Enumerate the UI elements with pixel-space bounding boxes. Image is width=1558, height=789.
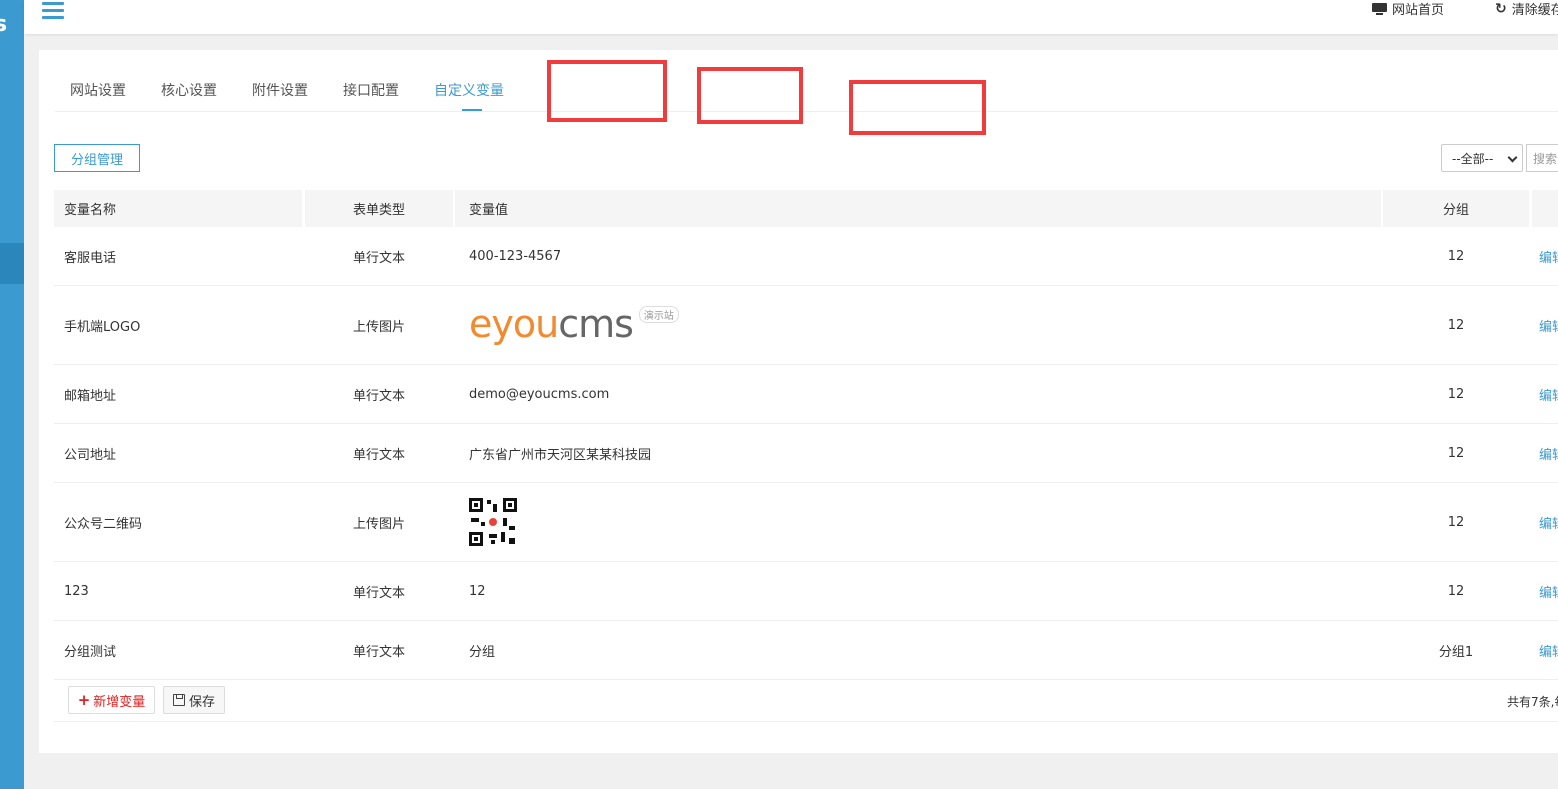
- var-group: 12: [1447, 514, 1465, 530]
- edit-link[interactable]: 编辑: [1539, 227, 1558, 285]
- var-type: 单行文本: [353, 388, 406, 404]
- var-type: 单行文本: [353, 447, 406, 463]
- var-type: 单行文本: [353, 585, 406, 601]
- var-type: 单行文本: [353, 250, 406, 266]
- group-manage-button[interactable]: 分组管理: [54, 144, 140, 172]
- tab-site-settings[interactable]: 网站设置: [70, 80, 126, 100]
- table-row: 邮箱地址 单行文本 demo@eyoucms.com 12 编辑: [54, 365, 1558, 424]
- settings-tabs: 网站设置 核心设置 附件设置 接口配置 自定义变量: [55, 50, 1558, 135]
- eyoucms-logo: eyoucms 演示站: [469, 304, 679, 344]
- add-variable-button[interactable]: + 新增变量: [68, 686, 155, 714]
- refresh-icon: ↻: [1495, 0, 1507, 17]
- add-variable-label: 新增变量: [93, 694, 146, 710]
- var-name: 客服电话: [64, 250, 117, 266]
- search-input[interactable]: 搜索: [1526, 144, 1558, 172]
- var-type: 单行文本: [353, 644, 406, 660]
- table-footer: + 新增变量 保存 共有7条,每页: [54, 680, 1558, 722]
- group-filter-value: --全部--: [1452, 151, 1494, 166]
- clear-cache-link[interactable]: ↻ 清除缓存: [1495, 0, 1558, 19]
- var-name: 邮箱地址: [64, 388, 117, 404]
- pagination-summary: 共有7条,每页: [1507, 695, 1558, 709]
- group-filter-select[interactable]: --全部--: [1441, 144, 1523, 172]
- search-placeholder: 搜索: [1533, 151, 1558, 166]
- sidebar: s: [0, 0, 24, 789]
- edit-link[interactable]: 编辑: [1539, 562, 1558, 620]
- table-header: 变量名称 表单类型 变量值 分组: [54, 190, 1558, 227]
- var-group: 12: [1447, 317, 1465, 333]
- table-row: 公司地址 单行文本 广东省广州市天河区某某科技园 12 编辑: [54, 424, 1558, 483]
- save-button[interactable]: 保存: [163, 686, 225, 714]
- save-label: 保存: [188, 694, 215, 710]
- monitor-icon: [1372, 2, 1387, 15]
- var-group: 12: [1447, 583, 1465, 599]
- save-icon: [172, 694, 185, 706]
- edit-link[interactable]: 编辑: [1539, 483, 1558, 561]
- var-type: 上传图片: [353, 516, 406, 532]
- highlight-box: [849, 80, 986, 135]
- var-name: 123: [64, 583, 89, 599]
- var-value: 广东省广州市天河区某某科技园: [469, 447, 652, 463]
- table-row: 分组测试 单行文本 分组 分组1 编辑: [54, 621, 1558, 680]
- var-value: 12: [469, 583, 486, 599]
- table-row: 客服电话 单行文本 400-123-4567 12 编辑: [54, 227, 1558, 286]
- sidebar-active-item[interactable]: [0, 243, 24, 284]
- var-value-image: eyoucms 演示站: [469, 286, 679, 364]
- table-row: 公众号二维码 上传图片 12 编辑: [54, 483, 1558, 562]
- var-group: 12: [1447, 248, 1465, 264]
- logo-badge: 演示站: [638, 306, 679, 323]
- site-home-label: 网站首页: [1392, 3, 1445, 18]
- edit-link[interactable]: 编辑: [1539, 365, 1558, 423]
- var-name: 公众号二维码: [64, 516, 143, 532]
- sidebar-brand: s: [0, 12, 8, 37]
- plus-icon: +: [77, 691, 91, 709]
- qr-code-icon: [469, 498, 517, 546]
- var-value: 400-123-4567: [469, 248, 562, 264]
- top-bar: 网站首页 ↻ 清除缓存: [24, 0, 1558, 34]
- highlight-box: [697, 67, 803, 124]
- active-tab-underline: [462, 109, 482, 111]
- var-value: demo@eyoucms.com: [469, 386, 610, 402]
- var-group: 12: [1447, 386, 1465, 402]
- header-operation: [1532, 190, 1558, 227]
- edit-link[interactable]: 编辑: [1539, 424, 1558, 482]
- table-row: 123 单行文本 12 12 编辑: [54, 562, 1558, 621]
- edit-link[interactable]: 编辑: [1539, 621, 1558, 679]
- highlight-box: [547, 60, 667, 122]
- var-group: 12: [1447, 445, 1465, 461]
- var-value: 分组: [469, 644, 496, 660]
- var-name: 手机端LOGO: [64, 319, 141, 335]
- site-home-link[interactable]: 网站首页: [1372, 0, 1444, 18]
- tab-core-settings[interactable]: 核心设置: [161, 80, 217, 100]
- header-group: 分组: [1383, 190, 1529, 227]
- var-type: 上传图片: [353, 319, 406, 335]
- edit-link[interactable]: 编辑: [1539, 286, 1558, 364]
- var-name: 公司地址: [64, 447, 117, 463]
- var-value-image: [469, 483, 517, 561]
- header-value: 变量值: [455, 190, 1381, 227]
- header-name: 变量名称: [54, 190, 302, 227]
- tab-custom-variables[interactable]: 自定义变量: [434, 80, 504, 100]
- var-name: 分组测试: [64, 644, 117, 660]
- clear-cache-label: 清除缓存: [1511, 3, 1558, 18]
- chevron-down-icon: [1507, 152, 1518, 163]
- menu-toggle-icon[interactable]: [42, 2, 64, 20]
- tab-api-config[interactable]: 接口配置: [343, 80, 399, 100]
- tab-attachment-settings[interactable]: 附件设置: [252, 80, 308, 100]
- table-row: 手机端LOGO 上传图片 eyoucms 演示站 12 编辑: [54, 286, 1558, 365]
- header-type: 表单类型: [305, 190, 453, 227]
- var-group: 分组1: [1438, 644, 1474, 660]
- main-panel: 网站设置 核心设置 附件设置 接口配置 自定义变量 分组管理 --全部-- 搜索…: [39, 50, 1558, 753]
